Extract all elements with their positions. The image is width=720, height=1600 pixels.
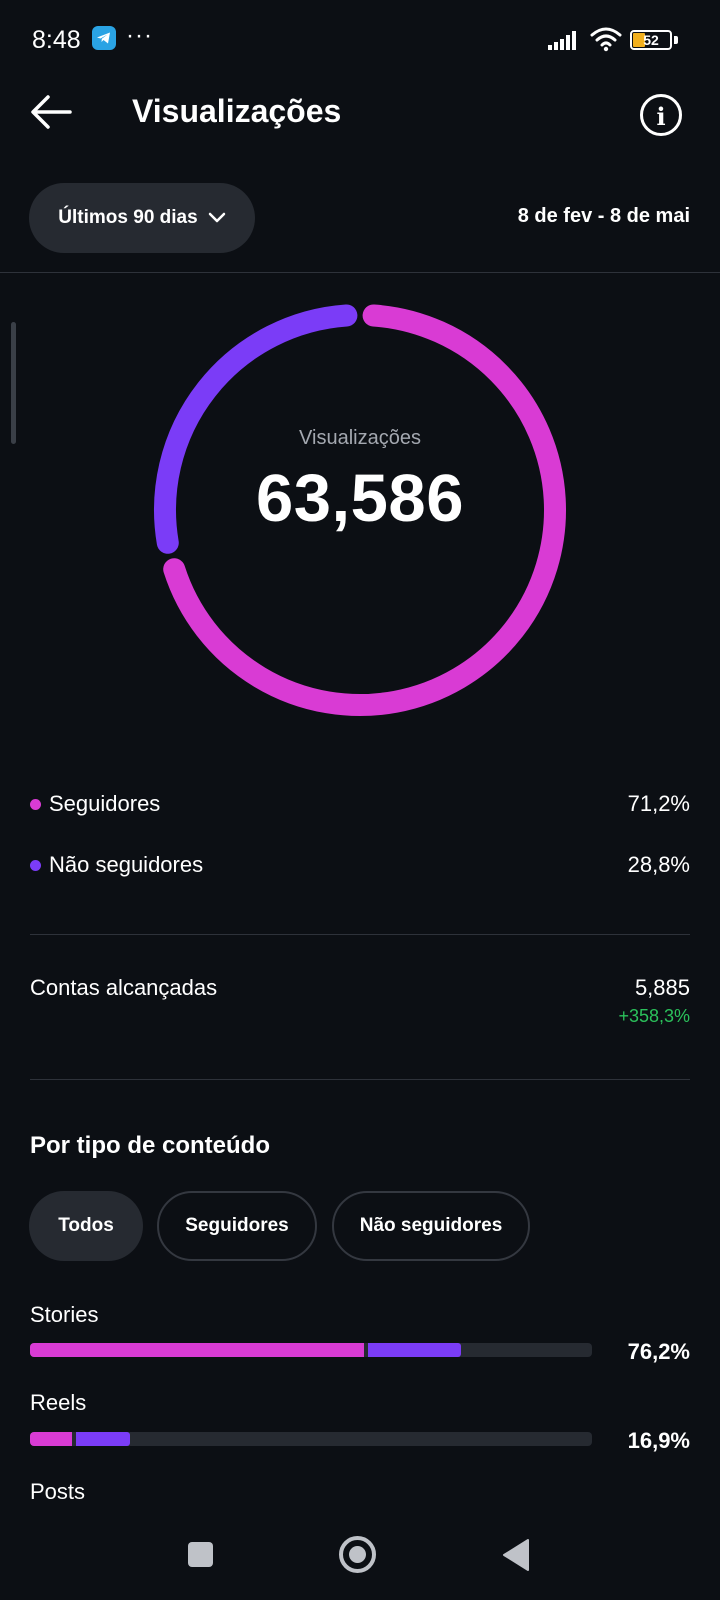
telegram-icon [92,26,116,50]
scrollbar[interactable] [11,322,16,444]
content-row-label: Reels [30,1390,87,1415]
content-row-label: Stories [30,1302,99,1327]
non-followers-segment [76,1432,130,1446]
content-bar-reels [30,1432,592,1446]
home-icon[interactable] [339,1536,376,1573]
arrow-left-icon [31,95,72,129]
views-total: 63,586 [256,461,464,536]
legend-value: 28,8% [627,852,690,877]
page-title: Visualizações [132,93,342,129]
content-row-label: Posts [30,1479,86,1504]
signal-icon [548,30,582,57]
accounts-reached-value: 5,885 [634,975,690,1000]
views-label: Visualizações [299,427,421,449]
status-time: 8:48 [32,26,81,54]
date-range-text: 8 de fev - 8 de mai [517,205,690,227]
battery-level: 52 [643,32,659,48]
date-range-dropdown-label: Últimos 90 dias [58,207,198,228]
legend-value: 71,2% [627,791,690,816]
followers-dot [30,798,41,810]
header-divider [0,272,720,273]
wifi-icon [590,26,624,57]
more-notifications-icon: ··· [126,22,153,49]
date-range-dropdown[interactable]: Últimos 90 dias [29,183,255,253]
chip-all[interactable]: Todos [29,1191,143,1261]
followers-segment [30,1343,365,1357]
legend-followers: Seguidores 71,2% [30,784,690,824]
chip-followers[interactable]: Seguidores [157,1191,317,1261]
accounts-reached-label: Contas alcançadas [30,975,218,1000]
chevron-down-icon [208,212,225,223]
info-icon: i [656,102,666,131]
back-button[interactable] [28,92,76,132]
section-divider [30,934,690,935]
back-icon[interactable] [502,1538,530,1572]
non-followers-dot [30,859,41,871]
content-type-title: Por tipo de conteúdo [30,1132,270,1159]
accounts-reached-change: +358,3% [618,1006,690,1026]
content-row-value: 76,2% [627,1339,690,1364]
info-button[interactable]: i [640,94,682,136]
battery-tip [674,36,678,44]
content-row-value: 16,9% [627,1428,690,1453]
legend-non-followers: Não seguidores 28,8% [30,845,690,885]
legend-label: Seguidores [49,791,161,816]
followers-segment [30,1432,73,1446]
non-followers-segment [368,1343,462,1357]
chip-non-followers[interactable]: Não seguidores [332,1191,530,1261]
content-bar-stories [30,1343,592,1357]
section-divider [30,1079,690,1080]
battery-icon: 52 [630,30,672,50]
recent-apps-icon[interactable] [188,1542,213,1567]
legend-label: Não seguidores [49,852,204,877]
